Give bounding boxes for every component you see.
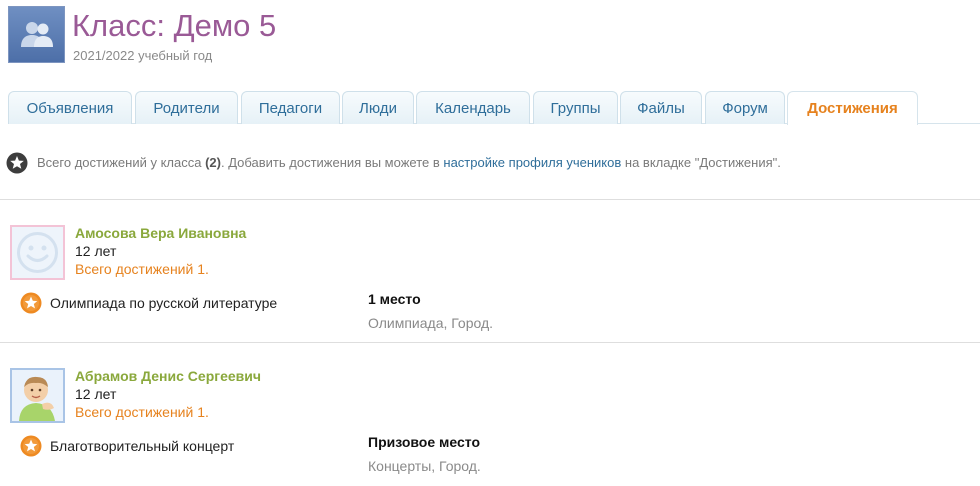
student-name[interactable]: Амосова Вера Ивановна [75,225,246,241]
tab-forum[interactable]: Форум [705,91,785,124]
student-achievement-count: Всего достижений 1. [75,404,209,420]
child-photo [12,370,63,421]
achievement-title: Олимпиада по русской литературе [50,295,278,311]
profile-settings-link[interactable]: настройке профиля учеников [443,155,621,170]
student-avatar[interactable] [10,225,65,280]
tab-calendar[interactable]: Календарь [416,91,530,124]
achievement-title: Благотворительный концерт [50,438,235,454]
achievement-place: Призовое место [368,434,480,450]
student-age: 12 лет [75,386,117,402]
student-age: 12 лет [75,243,117,259]
class-header: Класс: Демо 5 2021/2022 учебный год [8,6,968,66]
summary-suffix: на вкладке "Достижения". [624,155,781,170]
tab-bar: Объявления Родители Педагоги Люди Календ… [8,91,980,125]
smiley-placeholder-icon [17,232,58,273]
achievement-place: 1 место [368,291,421,307]
tab-people[interactable]: Люди [342,91,414,124]
class-avatar [8,6,65,63]
star-badge-icon [6,152,28,174]
page-title: Класс: Демо 5 [72,8,277,43]
student-avatar[interactable] [10,368,65,423]
divider [0,342,980,343]
school-year: 2021/2022 учебный год [73,48,213,63]
achievement-star-icon [20,435,42,457]
summary-prefix: Всего достижений у класса [37,155,202,170]
achievement-meta: Олимпиада, Город. [368,315,494,331]
divider [0,199,980,200]
achievement-star-icon [20,292,42,314]
tab-announcements[interactable]: Объявления [8,91,132,124]
achievements-summary: Всего достижений у класса (2). Добавить … [6,152,966,174]
student-name[interactable]: Абрамов Денис Сергеевич [75,368,261,384]
student-achievement-count: Всего достижений 1. [75,261,209,277]
tab-teachers[interactable]: Педагоги [241,91,340,124]
tab-parents[interactable]: Родители [135,91,238,124]
summary-middle: . Добавить достижения вы можете в [220,155,440,170]
group-icon [21,22,53,47]
summary-count: (2) [205,155,221,170]
tab-groups[interactable]: Группы [533,91,618,124]
tab-files[interactable]: Файлы [620,91,702,124]
tab-achievements[interactable]: Достижения [787,91,918,125]
achievement-meta: Концерты, Город. [368,458,481,474]
